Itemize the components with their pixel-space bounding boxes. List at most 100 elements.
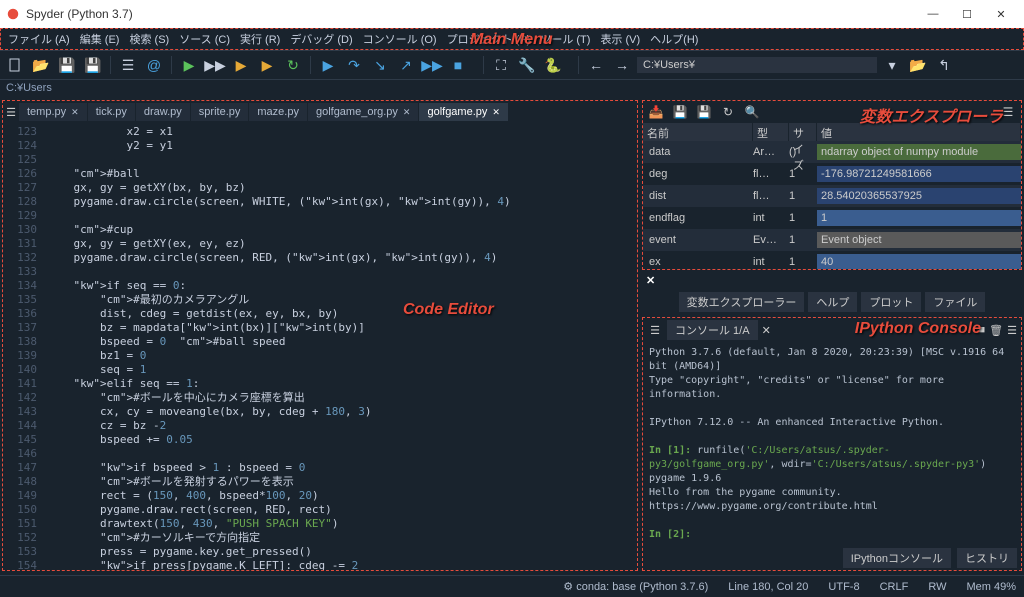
menu-tool[interactable]: ツール (T) bbox=[537, 29, 593, 49]
editor-tab[interactable]: tick.py bbox=[88, 103, 136, 121]
save-all-icon[interactable]: 💾 bbox=[82, 54, 104, 76]
menu-help[interactable]: ヘルプ(H) bbox=[647, 29, 701, 49]
variable-explorer: 📥 💾 💾 ↻ 🔍 ☰ 名前 型 サイズ 値 dataAr…()ndarray … bbox=[642, 100, 1022, 270]
pane-tabs: 変数エクスプローラー ヘルプ プロット ファイル bbox=[640, 289, 1024, 315]
close-pane-icon[interactable]: ✕ bbox=[640, 272, 661, 289]
editor-tab[interactable]: golfgame_org.py✕ bbox=[308, 103, 420, 121]
menu-project[interactable]: プロジェクト (P) bbox=[444, 29, 534, 49]
menu-view[interactable]: 表示 (V) bbox=[597, 29, 643, 49]
forward-icon[interactable]: → bbox=[611, 54, 633, 76]
new-file-icon[interactable] bbox=[4, 54, 26, 76]
save-icon[interactable]: 💾 bbox=[56, 54, 78, 76]
panetab-help[interactable]: ヘルプ bbox=[808, 292, 857, 312]
parent-dir-icon[interactable]: ↰ bbox=[933, 54, 955, 76]
var-row[interactable]: distfl…128.54020365537925 bbox=[643, 185, 1021, 207]
menubar: ファイル (A) 編集 (E) 検索 (S) ソース (C) 実行 (R) デバ… bbox=[0, 28, 1024, 50]
menu-run[interactable]: 実行 (R) bbox=[237, 29, 283, 49]
conbot-history[interactable]: ヒストリ bbox=[957, 548, 1017, 568]
editor-tab[interactable]: golfgame.py✕ bbox=[419, 103, 508, 121]
menu-source[interactable]: ソース (C) bbox=[176, 29, 233, 49]
menu-console[interactable]: コンソール (O) bbox=[360, 29, 440, 49]
var-row[interactable]: degfl…1-176.98721249581666 bbox=[643, 163, 1021, 185]
step-into-icon[interactable]: ↘ bbox=[369, 54, 391, 76]
run-sel-icon[interactable]: ▶ bbox=[230, 54, 252, 76]
close-button[interactable]: ✕ bbox=[984, 8, 1018, 21]
editor-tab[interactable]: temp.py✕ bbox=[19, 103, 88, 121]
tabbar-menu-icon[interactable]: ☰ bbox=[3, 106, 19, 119]
var-row[interactable]: eventEv…1Event object bbox=[643, 229, 1021, 251]
status-perm: RW bbox=[928, 581, 946, 593]
status-enc: UTF-8 bbox=[828, 581, 859, 593]
panetab-plot[interactable]: プロット bbox=[861, 292, 921, 312]
var-row[interactable]: exint140 bbox=[643, 251, 1021, 270]
run-line-icon[interactable]: ▶ bbox=[256, 54, 278, 76]
list-icon[interactable]: ☰ bbox=[117, 54, 139, 76]
editor-pane: ☰ temp.py✕ tick.py draw.py sprite.py maz… bbox=[2, 100, 638, 571]
console-tab-close-icon[interactable]: ✕ bbox=[762, 324, 771, 337]
step-over-icon[interactable]: ↷ bbox=[343, 54, 365, 76]
import-icon[interactable]: 📥 bbox=[647, 105, 665, 119]
run-icon[interactable]: ▶ bbox=[178, 54, 200, 76]
options-icon[interactable]: ☰ bbox=[999, 105, 1017, 119]
at-icon[interactable]: @ bbox=[143, 54, 165, 76]
panetab-varexp[interactable]: 変数エクスプローラー bbox=[679, 292, 805, 312]
stop-kernel-icon[interactable]: ■ bbox=[979, 324, 986, 336]
titlebar: Spyder (Python 3.7) — ☐ ✕ bbox=[0, 0, 1024, 28]
right-pane: 📥 💾 💾 ↻ 🔍 ☰ 名前 型 サイズ 値 dataAr…()ndarray … bbox=[640, 98, 1024, 573]
working-dir-input[interactable]: C:¥Users¥ bbox=[637, 57, 877, 73]
search-icon[interactable]: 🔍 bbox=[743, 105, 761, 119]
editor-tab[interactable]: draw.py bbox=[136, 103, 191, 121]
debug-icon[interactable]: ▶ bbox=[317, 54, 339, 76]
menu-search[interactable]: 検索 (S) bbox=[126, 29, 172, 49]
options-icon[interactable]: ☰ bbox=[1007, 324, 1017, 337]
var-table-header: 名前 型 サイズ 値 bbox=[643, 123, 1021, 141]
minimize-button[interactable]: — bbox=[916, 8, 950, 20]
editor-tab[interactable]: sprite.py bbox=[191, 103, 250, 121]
code-editor[interactable]: 123 124 125 126 127 128 129 130 131 132 … bbox=[3, 123, 637, 570]
path-breadcrumb[interactable]: C:¥Users bbox=[0, 80, 1024, 98]
continue-icon[interactable]: ▶▶ bbox=[421, 54, 443, 76]
menu-file[interactable]: ファイル (A) bbox=[5, 29, 73, 49]
var-table-body: dataAr…()ndarray object of numpy moduled… bbox=[643, 141, 1021, 270]
code-area[interactable]: x2 = x1 y2 = y1 "cm">#ball gx, gy = getX… bbox=[43, 123, 637, 570]
ipython-console: ☰ コンソール 1/A ✕ ■ 🗑 ☰ Python 3.7.6 (defaul… bbox=[642, 317, 1022, 571]
varexp-toolbar: 📥 💾 💾 ↻ 🔍 ☰ bbox=[643, 101, 1021, 123]
console-bottom-tabs: IPythonコンソール ヒストリ bbox=[643, 546, 1021, 570]
console-header: ☰ コンソール 1/A ✕ ■ 🗑 ☰ bbox=[643, 318, 1021, 342]
editor-tab[interactable]: maze.py bbox=[249, 103, 308, 121]
step-out-icon[interactable]: ↗ bbox=[395, 54, 417, 76]
maximize-button[interactable]: ☐ bbox=[950, 8, 984, 21]
expand-icon[interactable]: ⛶ bbox=[490, 54, 512, 76]
browse-folder-icon[interactable]: 📂 bbox=[907, 54, 929, 76]
rerun-icon[interactable]: ↻ bbox=[282, 54, 304, 76]
stop-icon[interactable]: ■ bbox=[447, 54, 469, 76]
python-path-icon[interactable]: 🐍 bbox=[542, 54, 564, 76]
console-output[interactable]: Python 3.7.6 (default, Jan 8 2020, 20:23… bbox=[643, 342, 1021, 546]
menu-debug[interactable]: デバッグ (D) bbox=[287, 29, 355, 49]
var-row[interactable]: endflagint11 bbox=[643, 207, 1021, 229]
refresh-icon[interactable]: ↻ bbox=[719, 105, 737, 119]
statusbar: ⚙ conda: base (Python 3.7.6) Line 180, C… bbox=[0, 575, 1024, 597]
toolbar: 📂 💾 💾 ☰ @ ▶ ▶▶ ▶ ▶ ↻ ▶ ↷ ↘ ↗ ▶▶ ■ ⛶ 🔧 🐍 … bbox=[0, 50, 1024, 80]
run-cell-icon[interactable]: ▶▶ bbox=[204, 54, 226, 76]
open-icon[interactable]: 📂 bbox=[30, 54, 52, 76]
dd-icon[interactable]: ▾ bbox=[881, 54, 903, 76]
spyder-logo-icon bbox=[6, 7, 20, 21]
main-layout: ☰ temp.py✕ tick.py draw.py sprite.py maz… bbox=[0, 98, 1024, 573]
conbot-ipython[interactable]: IPythonコンソール bbox=[843, 548, 951, 568]
status-eol: CRLF bbox=[880, 581, 909, 593]
var-row[interactable]: dataAr…()ndarray object of numpy module bbox=[643, 141, 1021, 163]
clear-icon[interactable]: 🗑 bbox=[989, 324, 1003, 337]
panetab-file[interactable]: ファイル bbox=[925, 292, 985, 312]
console-menu-icon[interactable]: ☰ bbox=[647, 324, 663, 337]
line-gutter: 123 124 125 126 127 128 129 130 131 132 … bbox=[3, 123, 43, 570]
save-as-icon[interactable]: 💾 bbox=[695, 105, 713, 119]
save-icon[interactable]: 💾 bbox=[671, 105, 689, 119]
status-mem: Mem 49% bbox=[966, 581, 1016, 593]
menu-edit[interactable]: 編集 (E) bbox=[77, 29, 123, 49]
window-title: Spyder (Python 3.7) bbox=[26, 7, 133, 21]
status-env[interactable]: ⚙ conda: base (Python 3.7.6) bbox=[563, 580, 708, 593]
console-tab[interactable]: コンソール 1/A bbox=[667, 320, 758, 340]
wrench-icon[interactable]: 🔧 bbox=[516, 54, 538, 76]
back-icon[interactable]: ← bbox=[585, 54, 607, 76]
